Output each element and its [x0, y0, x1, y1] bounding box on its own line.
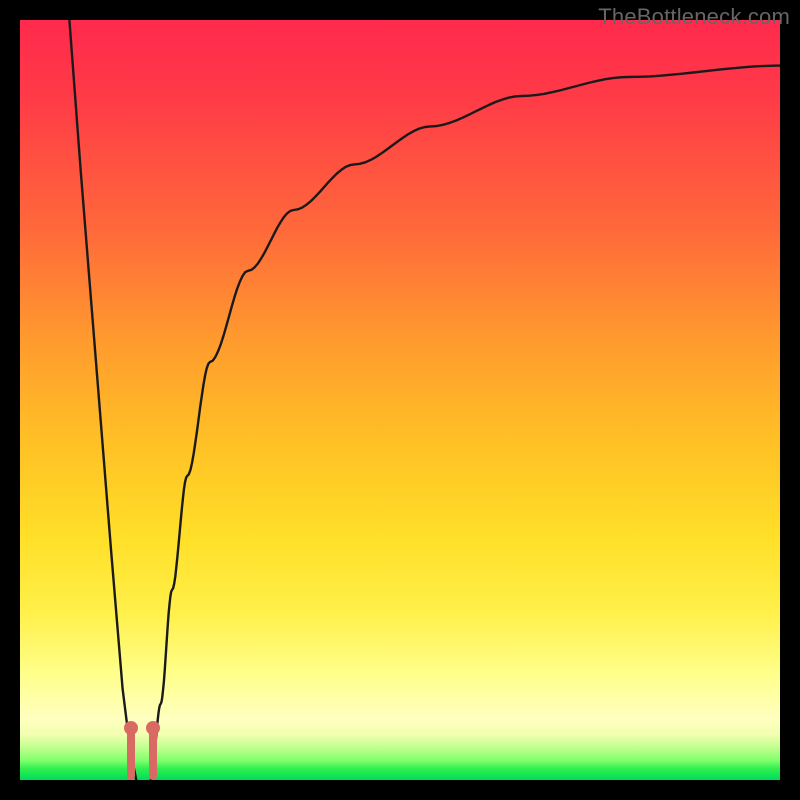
curve-layer: [20, 20, 780, 780]
marker-left: [124, 721, 138, 735]
ascending-curve-path: [151, 66, 780, 780]
stem-left: [127, 728, 135, 780]
marker-right: [146, 721, 160, 735]
plot-area: [20, 20, 780, 780]
stem-right: [149, 728, 157, 780]
chart-frame: TheBottleneck.com: [0, 0, 800, 800]
descending-branch-path: [69, 20, 136, 780]
watermark-text: TheBottleneck.com: [598, 4, 790, 30]
